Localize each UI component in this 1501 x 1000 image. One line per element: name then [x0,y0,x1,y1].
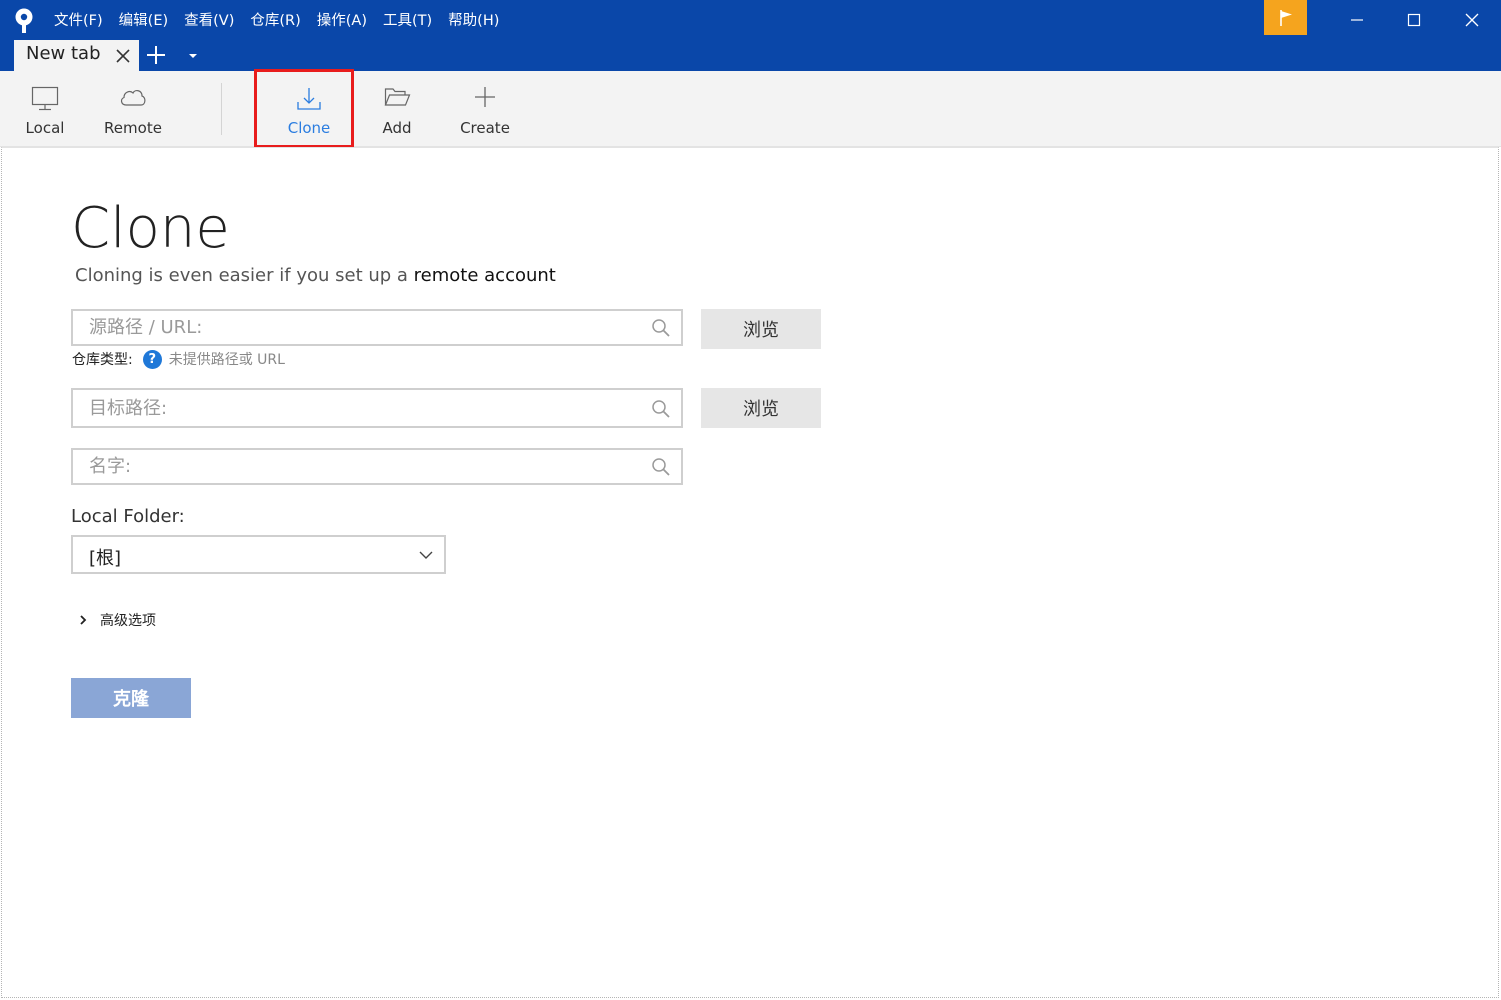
toolbar-remote-button[interactable]: Remote [100,71,166,147]
title-bar: 文件(F) 编辑(E) 查看(V) 仓库(R) 操作(A) 工具(T) 帮助(H… [0,0,1501,71]
toolbar-clone-button[interactable]: Clone [279,71,339,147]
local-folder-label: Local Folder: [71,506,185,527]
clone-submit-button[interactable]: 克隆 [71,678,191,718]
subtitle-text: Cloning is even easier if you set up a [75,265,414,286]
local-folder-value: [根] [89,548,122,569]
plus-icon [475,87,495,107]
destination-path-input[interactable] [89,390,639,426]
remote-account-link[interactable]: remote account [414,265,556,286]
search-icon [652,319,670,337]
folder-open-icon [384,88,411,106]
toolbar-local-label: Local [25,119,65,137]
repo-type-row: 仓库类型: ? 未提供路径或 URL [72,349,285,369]
source-url-input[interactable] [89,311,639,344]
download-icon [297,88,321,110]
tab-label: New tab [26,43,101,64]
name-input[interactable] [89,450,639,483]
chevron-down-icon [419,551,433,559]
minimize-button[interactable] [1328,0,1386,40]
search-icon [652,400,670,418]
toolbar-remote-label: Remote [104,119,162,137]
toolbar-local-button[interactable]: Local [18,71,72,147]
menu-help[interactable]: 帮助(H) [440,10,507,32]
menu-file[interactable]: 文件(F) [46,10,111,32]
menu-repository[interactable]: 仓库(R) [242,10,308,32]
flag-button[interactable] [1264,0,1307,35]
maximize-button[interactable] [1385,0,1443,40]
app-logo-icon [15,8,33,33]
toolbar-create-button[interactable]: Create [455,71,515,147]
toolbar: Local Remote Clone Add Create [0,71,1501,147]
browse-destination-button[interactable]: 浏览 [701,388,821,428]
maximize-icon [1407,13,1421,27]
minimize-icon [1351,19,1363,21]
tab-list-dropdown-icon[interactable] [187,52,199,60]
flag-icon [1279,9,1292,26]
browse-source-button[interactable]: 浏览 [701,309,821,349]
app-window: 文件(F) 编辑(E) 查看(V) 仓库(R) 操作(A) 工具(T) 帮助(H… [0,0,1501,1000]
name-field[interactable] [71,448,683,485]
tab-new-tab[interactable]: New tab [14,40,139,71]
destination-path-field[interactable] [71,388,683,428]
menu-edit[interactable]: 编辑(E) [111,10,176,32]
close-icon [1465,13,1479,27]
advanced-options-toggle[interactable]: 高级选项 [78,610,156,630]
menu-view[interactable]: 查看(V) [176,10,242,32]
search-icon [652,458,670,476]
chevron-right-icon [80,615,87,625]
repo-type-value: 未提供路径或 URL [168,352,285,368]
close-window-button[interactable] [1443,0,1501,40]
add-tab-icon[interactable] [146,45,166,65]
toolbar-create-label: Create [460,119,510,137]
toolbar-add-button[interactable]: Add [372,71,422,147]
toolbar-clone-label: Clone [287,119,331,137]
cloud-icon [120,90,146,106]
menu-actions[interactable]: 操作(A) [309,10,375,32]
toolbar-add-label: Add [382,119,412,137]
page-title: Clone [71,196,230,261]
advanced-options-label: 高级选项 [100,613,156,629]
menu-bar: 文件(F) 编辑(E) 查看(V) 仓库(R) 操作(A) 工具(T) 帮助(H… [46,10,507,32]
toolbar-separator [221,83,222,135]
repo-type-label: 仓库类型: [72,352,133,368]
source-url-field[interactable] [71,309,683,346]
menu-tools[interactable]: 工具(T) [375,10,440,32]
monitor-icon [31,86,59,111]
tab-close-icon[interactable] [115,48,131,64]
help-icon[interactable]: ? [142,349,162,369]
local-folder-select[interactable]: [根] [71,535,446,574]
page-subtitle: Cloning is even easier if you set up a r… [75,265,556,286]
